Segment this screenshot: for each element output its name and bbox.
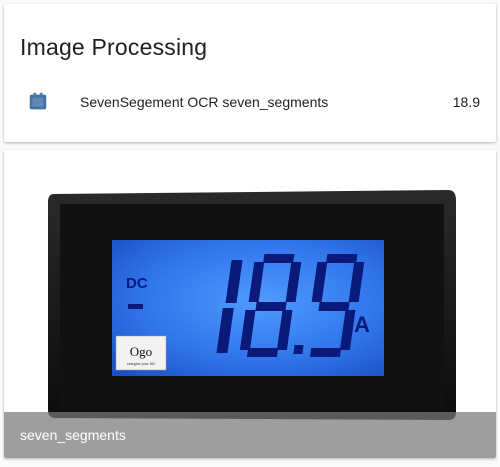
camera-footer: seven_segments: [4, 412, 496, 458]
brand-name: Ogo: [130, 344, 152, 359]
camera-card[interactable]: Ogo energize your life DC A seven_segmen…: [4, 150, 496, 458]
mode-indicator: DC: [126, 275, 148, 292]
entities-card: Image Processing SevenSegement OCR seven…: [4, 4, 496, 142]
camera-name: seven_segments: [20, 427, 126, 443]
brand-tagline: energize your life: [127, 361, 155, 366]
image-filter-icon: [26, 90, 50, 114]
unit-label: A: [354, 312, 370, 337]
entity-name: SevenSegement OCR seven_segments: [80, 94, 329, 110]
entity-state: 18.9: [452, 94, 480, 110]
sign-indicator: [128, 304, 143, 309]
card-title: Image Processing: [20, 34, 208, 60]
entity-row-seven-segments[interactable]: SevenSegement OCR seven_segments 18.9: [20, 88, 480, 116]
